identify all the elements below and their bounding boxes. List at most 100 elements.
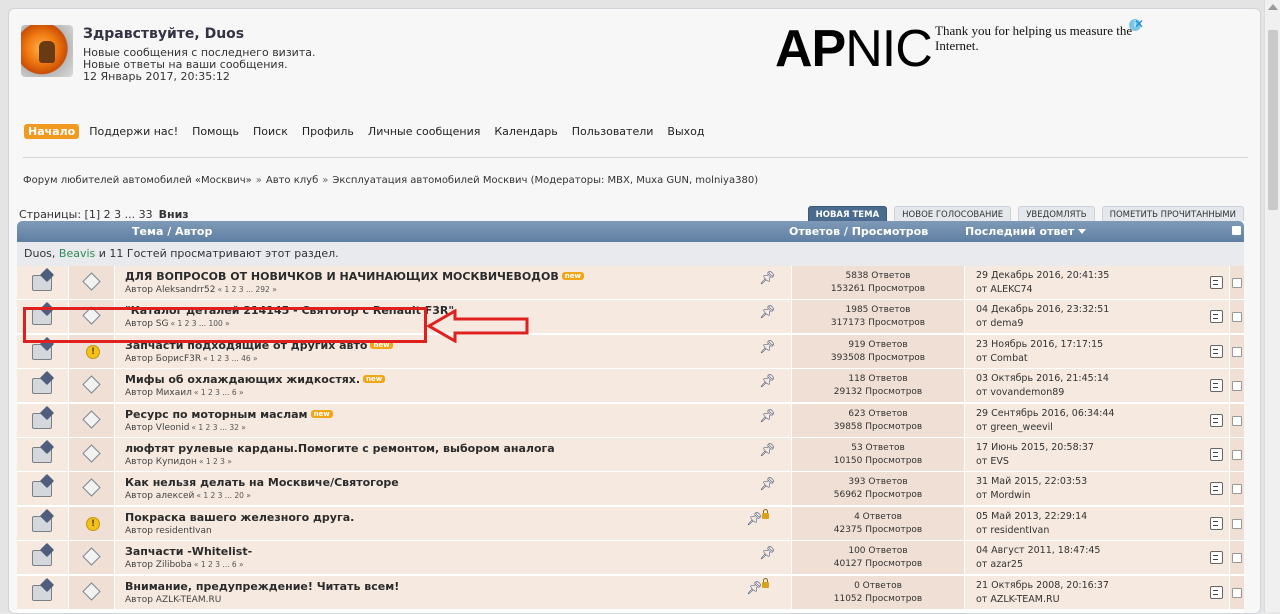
col-last-reply[interactable]: Последний ответ — [965, 225, 1087, 238]
topic-title-link[interactable]: Покраска вашего железного друга. — [125, 511, 354, 524]
topic-checkbox[interactable] — [1232, 381, 1242, 392]
view-count: 153261 Просмотров — [830, 284, 926, 294]
nav-members[interactable]: Пользователи — [568, 124, 658, 139]
topic-author[interactable]: Автор AZLK-TEAM.RU — [125, 595, 221, 605]
last-post-icon[interactable] — [1210, 551, 1223, 565]
last-post-icon[interactable] — [1210, 482, 1223, 496]
reply-count: 53 Ответов — [851, 443, 905, 453]
topic-author[interactable]: Автор residentIvan — [125, 526, 212, 536]
topic-pages[interactable]: « 1 2 3 » — [199, 457, 232, 466]
topic-author[interactable]: Автор БорисF3R — [125, 354, 201, 364]
last-post-icon[interactable] — [1210, 276, 1223, 289]
nav-home[interactable]: Начало — [24, 123, 80, 139]
viewers-bar: Duos, Beavis и 11 Гостей просматривают э… — [17, 242, 1244, 266]
topic-title-link[interactable]: люфтят рулевые карданы.Помогите с ремонт… — [125, 442, 555, 455]
topic-author[interactable]: Автор Михаил — [125, 388, 192, 398]
last-reply-author[interactable]: от residentIvan — [976, 525, 1049, 536]
last-post-icon[interactable] — [1210, 310, 1223, 324]
topic-status-cell — [17, 266, 68, 300]
user-avatar[interactable] — [21, 25, 73, 77]
topic-checkbox[interactable] — [1232, 484, 1242, 495]
topic-pages[interactable]: « 1 2 3 ... 292 » — [218, 285, 277, 294]
last-post-icon[interactable] — [1210, 413, 1223, 427]
select-cell — [1230, 575, 1244, 610]
breadcrumb-forum[interactable]: Форум любителей автомобилей «Москвич» — [23, 175, 252, 186]
topic-pages[interactable]: « 1 2 3 ... 20 » — [196, 491, 251, 500]
forum-page: Здравствуйте, Duos Новые сообщения с пос… — [8, 8, 1261, 614]
table-row: Внимание, предупреждение! Читать всем! Ав… — [17, 575, 1244, 610]
last-reply-author[interactable]: от ALEKC74 — [976, 284, 1033, 295]
topic-pages[interactable]: « 1 2 3 ... 46 » — [203, 354, 258, 363]
last-post-icon[interactable] — [1210, 516, 1223, 530]
last-reply-author[interactable]: от Mordwin — [976, 490, 1031, 501]
reply-count: 919 Ответов — [848, 339, 908, 350]
topic-checkbox[interactable] — [1232, 518, 1242, 529]
col-replies-views[interactable]: Ответов / Просмотров — [789, 225, 928, 238]
nav-calendar[interactable]: Календарь — [490, 124, 561, 139]
nav-messages[interactable]: Личные сообщения — [364, 124, 484, 139]
table-row: Как нельзя делать на Москвиче/Святогоре А… — [17, 472, 1244, 507]
topic-author[interactable]: Автор Vleonid — [125, 423, 189, 433]
topic-checkbox[interactable] — [1232, 346, 1242, 357]
scroll-up-icon[interactable] — [1268, 4, 1278, 10]
last-reply-cell: 23 Ноябрь 2016, 17:17:15 от Combat — [965, 334, 1229, 369]
table-row: Ресурс по моторным маслам new Автор Vleoni… — [17, 403, 1244, 438]
topic-author[interactable]: Автор Ziliboba — [125, 560, 192, 570]
window-scrollbar[interactable] — [1264, 0, 1280, 612]
last-reply-author[interactable]: от Combat — [976, 353, 1028, 364]
nav-support[interactable]: Поддержи нас! — [85, 124, 182, 139]
view-count: 56962 Просмотров — [833, 490, 923, 501]
breadcrumb-club[interactable]: Авто клуб — [266, 175, 318, 186]
topic-title-link[interactable]: Ресурс по моторным маслам — [125, 408, 308, 421]
jump-down-link[interactable]: Вниз — [159, 208, 189, 221]
pagination-pages[interactable]: Страницы: [1] 2 3 ... 33 — [19, 208, 153, 221]
topic-status-cell — [17, 369, 68, 404]
topic-checkbox[interactable] — [1232, 587, 1242, 598]
scrollbar-thumb[interactable] — [1268, 30, 1278, 210]
last-post-icon[interactable] — [1210, 585, 1223, 599]
last-reply-date: 31 Май 2015, 22:03:53 — [976, 476, 1088, 488]
last-reply-author[interactable]: от EVS — [976, 456, 1009, 467]
topic-title-link[interactable]: Как нельзя делать на Москвиче/Святогоре — [125, 476, 399, 489]
last-reply-cell: 21 Октябрь 2008, 20:16:37 от AZLK-TEAM.RU — [965, 575, 1229, 610]
ad-close-icon[interactable]: ✕ — [1134, 17, 1144, 31]
select-all-checkbox[interactable] — [1232, 226, 1241, 235]
topic-pages[interactable]: « 1 2 3 ... 6 » — [194, 388, 244, 397]
nav-help[interactable]: Помощь — [188, 124, 243, 139]
last-reply-author[interactable]: от vovandemon89 — [976, 387, 1064, 398]
topic-title-link[interactable]: ДЛЯ ВОПРОСОВ ОТ НОВИЧКОВ И НАЧИНАЮЩИХ МО… — [125, 270, 559, 283]
nav-logout[interactable]: Выход — [663, 124, 708, 139]
topic-stats-cell: 1985 Ответов 317173 Просмотров — [792, 300, 964, 335]
topic-checkbox[interactable] — [1232, 415, 1242, 426]
topic-title-link[interactable]: Внимание, предупреждение! Читать всем! — [125, 580, 399, 593]
last-post-icon[interactable] — [1210, 379, 1223, 393]
topic-pages[interactable]: « 1 2 3 ... 6 » — [194, 560, 244, 569]
topic-status-cell — [17, 575, 68, 610]
last-post-icon[interactable] — [1210, 344, 1223, 358]
topic-pages[interactable]: « 1 2 3 ... 32 » — [191, 423, 246, 432]
topic-checkbox[interactable] — [1232, 278, 1242, 288]
topic-checkbox[interactable] — [1232, 450, 1242, 460]
nav-search[interactable]: Поиск — [249, 124, 292, 139]
topic-title-link[interactable]: Мифы об охлаждающих жидкостях. — [125, 373, 360, 386]
topic-checkbox[interactable] — [1232, 312, 1242, 323]
topic-author[interactable]: Автор Aleksandrr52 — [125, 285, 216, 295]
last-post-icon[interactable] — [1210, 448, 1223, 461]
viewer-beavis[interactable]: Beavis — [59, 247, 95, 260]
last-reply-date: 23 Ноябрь 2016, 17:17:15 — [976, 338, 1104, 350]
topic-title-link[interactable]: Запчасти -Whitelist- — [125, 545, 252, 558]
last-reply-author[interactable]: от dema9 — [976, 318, 1023, 329]
main-nav: Начало Поддержи нас! Помощь Поиск Профил… — [24, 122, 715, 140]
pin-icon: 📌︎ — [759, 443, 776, 458]
topic-author[interactable]: Автор алексей — [125, 491, 194, 501]
apnic-ad-banner[interactable]: APNIC Thank you for helping us measure t… — [775, 21, 1145, 77]
last-reply-author[interactable]: от AZLK-TEAM.RU — [976, 594, 1060, 605]
breadcrumb-board[interactable]: Эксплуатация автомобилей Москвич (Модера… — [332, 175, 758, 186]
last-reply-author[interactable]: от green_weevil — [976, 422, 1053, 433]
topic-checkbox[interactable] — [1232, 553, 1242, 564]
nav-profile[interactable]: Профиль — [298, 124, 358, 139]
last-reply-author[interactable]: от azar25 — [976, 559, 1023, 570]
topic-status-cell — [17, 541, 68, 576]
col-topic-author[interactable]: Тема / Автор — [132, 225, 212, 238]
topic-author[interactable]: Автор Купидон — [125, 457, 197, 467]
